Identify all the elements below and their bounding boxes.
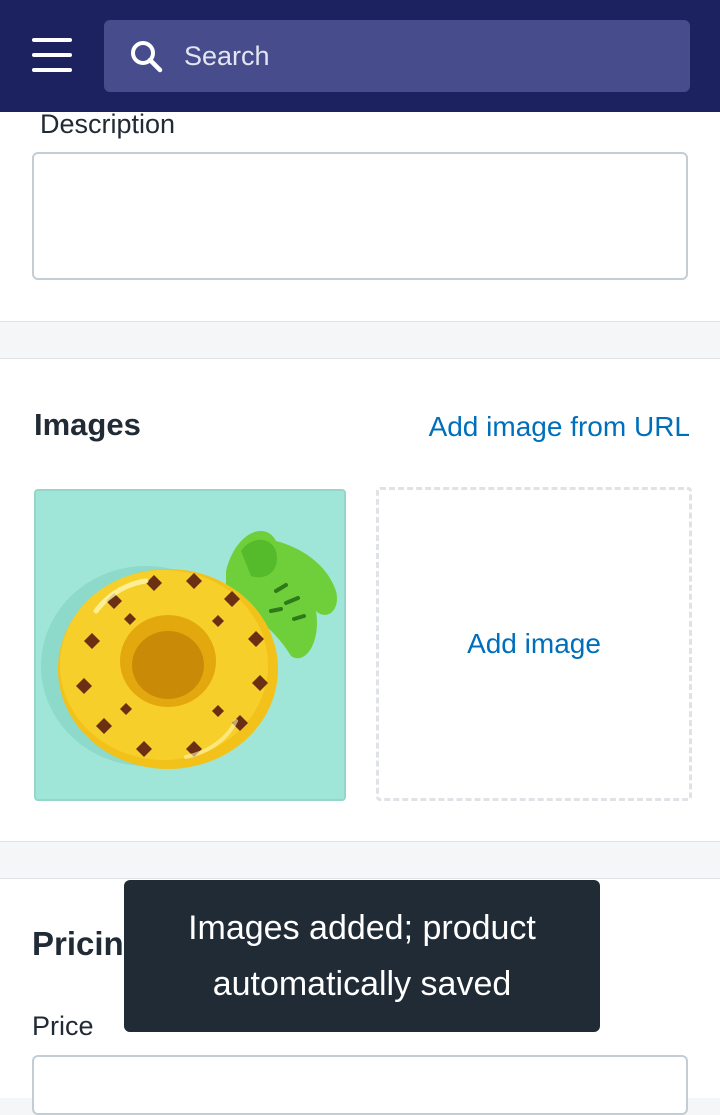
toast-message: Images added; product automatically save… — [188, 909, 536, 1003]
pineapple-float-image — [36, 491, 344, 799]
search-icon — [131, 41, 163, 73]
description-label: Description — [40, 109, 176, 139]
search-bar[interactable] — [104, 20, 690, 92]
images-title: Images — [34, 407, 141, 442]
description-field[interactable] — [32, 152, 688, 280]
search-input[interactable] — [184, 20, 674, 92]
images-card: Images Add image from URL Add image — [0, 358, 720, 842]
description-card: Description — [0, 90, 720, 322]
toast-notification: Images added; product automatically save… — [124, 880, 600, 1032]
product-image-thumbnail[interactable] — [34, 489, 346, 801]
price-label: Price — [32, 1011, 94, 1041]
top-bar — [0, 0, 720, 112]
add-image-from-url-link[interactable]: Add image from URL — [429, 411, 690, 443]
add-image-button[interactable]: Add image — [376, 487, 692, 801]
hamburger-menu-icon[interactable] — [30, 36, 74, 76]
add-image-label: Add image — [467, 628, 601, 659]
price-field[interactable] — [32, 1055, 688, 1115]
